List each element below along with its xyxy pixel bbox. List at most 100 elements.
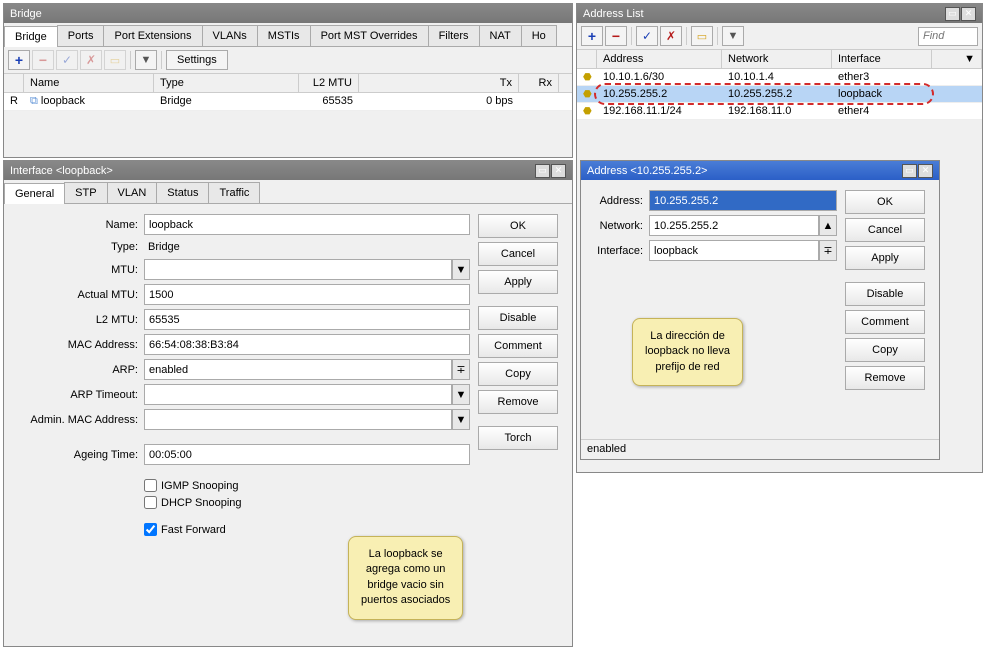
- add-button[interactable]: +: [8, 50, 30, 70]
- ageing-input[interactable]: [144, 444, 470, 465]
- row-l2mtu: 65535: [299, 93, 359, 110]
- enable-button[interactable]: ✓: [636, 26, 658, 46]
- mac-input[interactable]: [144, 334, 470, 355]
- comment-button[interactable]: ▭: [691, 26, 713, 46]
- tab-traffic[interactable]: Traffic: [208, 182, 260, 203]
- admin-mac-input[interactable]: [144, 409, 452, 430]
- col-flag[interactable]: [4, 74, 24, 92]
- filter-button[interactable]: ▼: [722, 26, 744, 46]
- dhcp-label: DHCP Snooping: [161, 497, 242, 509]
- ageing-label: Ageing Time:: [14, 449, 144, 461]
- minimize-button[interactable]: ▭: [902, 164, 917, 178]
- check-icon: ✓: [62, 53, 72, 67]
- arp-timeout-input[interactable]: [144, 384, 452, 405]
- col-type[interactable]: Type: [154, 74, 299, 92]
- name-input[interactable]: [144, 214, 470, 235]
- tab-vlans[interactable]: VLANs: [202, 25, 258, 46]
- ok-button[interactable]: OK: [845, 190, 925, 214]
- col-l2mtu[interactable]: L2 MTU: [299, 74, 359, 92]
- apply-button[interactable]: Apply: [478, 270, 558, 294]
- tab-stp[interactable]: STP: [64, 182, 107, 203]
- col-name[interactable]: Name: [24, 74, 154, 92]
- tab-mstis[interactable]: MSTIs: [257, 25, 311, 46]
- comment-button[interactable]: ▭: [104, 50, 126, 70]
- remove-button[interactable]: −: [32, 50, 54, 70]
- igmp-checkbox[interactable]: [144, 479, 157, 492]
- network-input[interactable]: [649, 215, 819, 236]
- disable-button[interactable]: Disable: [845, 282, 925, 306]
- cell-interface: ether4: [832, 103, 932, 119]
- close-button[interactable]: ✕: [961, 7, 976, 21]
- comment-button[interactable]: Comment: [478, 334, 558, 358]
- bridge-window-title: Bridge: [10, 8, 42, 20]
- ok-button[interactable]: OK: [478, 214, 558, 238]
- tab-filters[interactable]: Filters: [428, 25, 480, 46]
- minimize-button[interactable]: ▭: [945, 7, 960, 21]
- arp-select[interactable]: [144, 359, 452, 380]
- remove-button[interactable]: −: [605, 26, 627, 46]
- status-text: enabled: [587, 443, 626, 455]
- remove-button[interactable]: Remove: [478, 390, 558, 414]
- minimize-button[interactable]: ▭: [535, 164, 550, 178]
- callout-no-prefix: La dirección de loopback no lleva prefij…: [632, 318, 743, 386]
- actual-mtu-input[interactable]: [144, 284, 470, 305]
- arp-dropdown[interactable]: ∓: [452, 359, 470, 380]
- arp-timeout-expand[interactable]: ▼: [452, 384, 470, 405]
- tab-vlan[interactable]: VLAN: [107, 182, 158, 203]
- tab-nat[interactable]: NAT: [479, 25, 522, 46]
- close-button[interactable]: ✕: [551, 164, 566, 178]
- addr-row-1[interactable]: ⬣ 10.255.255.2 10.255.255.2 loopback: [577, 86, 982, 103]
- columns-menu-icon[interactable]: ▼: [964, 53, 975, 65]
- interface-dropdown[interactable]: ∓: [819, 240, 837, 261]
- find-input[interactable]: [918, 27, 978, 46]
- mtu-expand[interactable]: ▼: [452, 259, 470, 280]
- ff-checkbox[interactable]: [144, 523, 157, 536]
- disable-button[interactable]: ✗: [80, 50, 102, 70]
- tab-ports[interactable]: Ports: [57, 25, 105, 46]
- network-expand[interactable]: ▲: [819, 215, 837, 236]
- col-flag[interactable]: [577, 50, 597, 68]
- col-network[interactable]: Network: [722, 50, 832, 68]
- mtu-input[interactable]: [144, 259, 452, 280]
- col-tx[interactable]: Tx: [359, 74, 519, 92]
- tab-bridge[interactable]: Bridge: [4, 26, 58, 47]
- add-button[interactable]: +: [581, 26, 603, 46]
- tab-hosts[interactable]: Ho: [521, 25, 557, 46]
- tab-port-mst[interactable]: Port MST Overrides: [310, 25, 429, 46]
- remove-button[interactable]: Remove: [845, 366, 925, 390]
- l2mtu-input[interactable]: [144, 309, 470, 330]
- cancel-button[interactable]: Cancel: [478, 242, 558, 266]
- enable-button[interactable]: ✓: [56, 50, 78, 70]
- interface-select[interactable]: [649, 240, 819, 261]
- admin-mac-expand[interactable]: ▼: [452, 409, 470, 430]
- note-icon: ▭: [110, 54, 120, 67]
- addr-row-2[interactable]: ⬣ 192.168.11.1/24 192.168.11.0 ether4: [577, 103, 982, 120]
- x-icon: ✗: [86, 53, 96, 67]
- disable-button[interactable]: ✗: [660, 26, 682, 46]
- apply-button[interactable]: Apply: [845, 246, 925, 270]
- dhcp-checkbox[interactable]: [144, 496, 157, 509]
- cell-interface: loopback: [832, 86, 932, 102]
- settings-button[interactable]: Settings: [166, 50, 228, 70]
- tab-general[interactable]: General: [4, 183, 65, 204]
- copy-button[interactable]: Copy: [478, 362, 558, 386]
- disable-button[interactable]: Disable: [478, 306, 558, 330]
- tab-status[interactable]: Status: [156, 182, 209, 203]
- interface-window-title: Interface <loopback>: [10, 165, 113, 177]
- addr-row-0[interactable]: ⬣ 10.10.1.6/30 10.10.1.4 ether3: [577, 69, 982, 86]
- address-input[interactable]: [649, 190, 837, 211]
- tab-port-ext[interactable]: Port Extensions: [103, 25, 202, 46]
- torch-button[interactable]: Torch: [478, 426, 558, 450]
- funnel-icon: ▼: [141, 54, 152, 66]
- bridge-row-loopback[interactable]: R ⧉ loopback Bridge 65535 0 bps: [4, 93, 572, 111]
- filter-button[interactable]: ▼: [135, 50, 157, 70]
- col-rx[interactable]: Rx: [519, 74, 559, 92]
- cell-network: 192.168.11.0: [722, 103, 832, 119]
- cancel-button[interactable]: Cancel: [845, 218, 925, 242]
- col-address[interactable]: Address: [597, 50, 722, 68]
- row-rx: [519, 93, 559, 110]
- comment-button[interactable]: Comment: [845, 310, 925, 334]
- close-button[interactable]: ✕: [918, 164, 933, 178]
- copy-button[interactable]: Copy: [845, 338, 925, 362]
- col-interface[interactable]: Interface: [832, 50, 932, 68]
